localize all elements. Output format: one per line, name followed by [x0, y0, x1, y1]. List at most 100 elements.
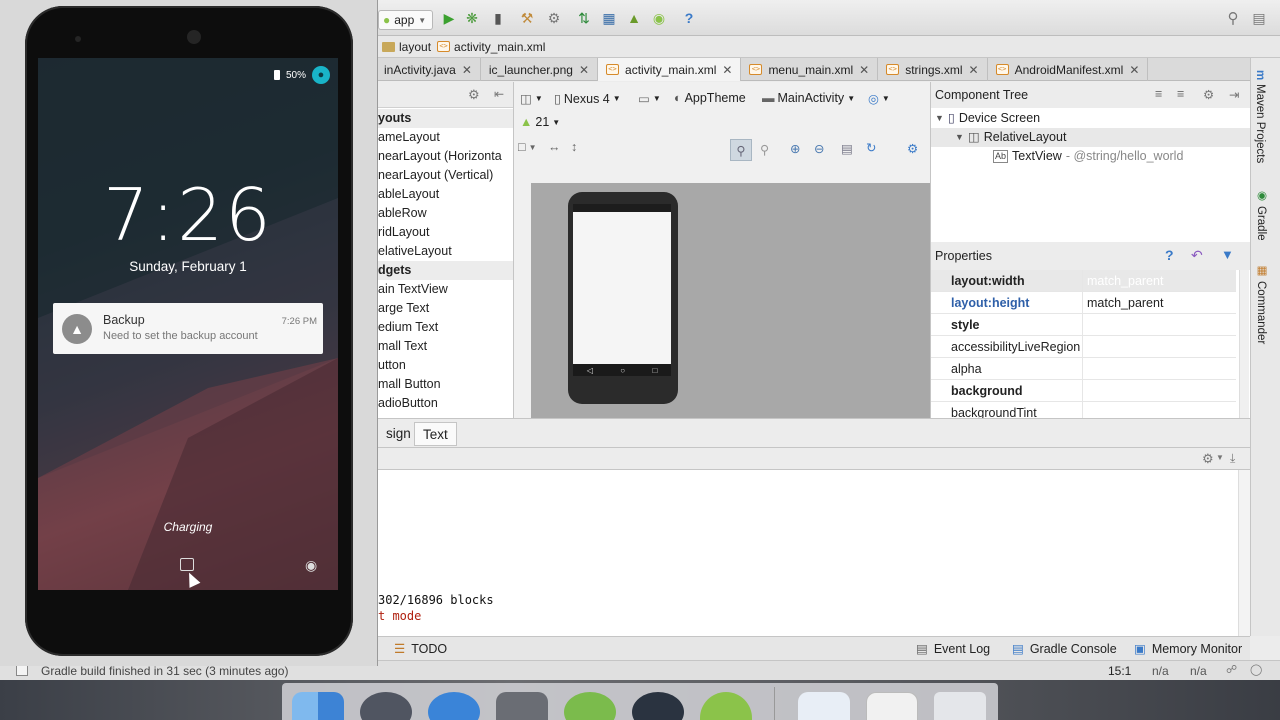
orientation-select[interactable]: ▭ ▼	[638, 91, 661, 106]
structure-icon[interactable]: ▦	[600, 9, 618, 27]
unlock-icon[interactable]	[180, 558, 194, 571]
encoding[interactable]: n/a	[1190, 664, 1207, 678]
palette-item[interactable]: mall Button	[378, 375, 513, 394]
filter-icon[interactable]: ▼	[1221, 247, 1234, 262]
quicktime-icon[interactable]	[632, 692, 684, 720]
camera-icon[interactable]: ◉	[305, 557, 317, 574]
palette-item[interactable]: edium Text	[378, 318, 513, 337]
todo-button[interactable]: ☰ TODO	[394, 641, 447, 657]
property-row[interactable]: layout:width match_parent	[931, 269, 1236, 292]
tab-activity-main[interactable]: <> activity_main.xml ✕	[598, 58, 742, 81]
gear-icon[interactable]: ⚙	[468, 87, 480, 103]
palette-item[interactable]: nearLayout (Vertical)	[378, 166, 513, 185]
expand-icon[interactable]: ▼	[955, 128, 964, 147]
undo-icon[interactable]: ↶	[1191, 247, 1203, 264]
breadcrumb-file[interactable]: <> activity_main.xml	[437, 40, 551, 54]
settings-icon[interactable]: ⚙	[907, 141, 918, 156]
expand-icon[interactable]: ▼	[935, 109, 944, 128]
lock-icon[interactable]: ☍	[1226, 663, 1237, 676]
trash-icon[interactable]	[934, 692, 986, 720]
palette-category[interactable]: youts	[378, 109, 513, 128]
locale-select[interactable]: ◎ ▼	[868, 91, 890, 106]
close-icon[interactable]: ✕	[579, 63, 589, 77]
launchpad-icon[interactable]	[360, 692, 412, 720]
expand-width-icon[interactable]: ↔	[548, 140, 561, 154]
property-row[interactable]: style	[931, 313, 1236, 336]
tab-ic-launcher[interactable]: ic_launcher.png ✕	[481, 58, 599, 81]
tab-text[interactable]: Text	[414, 422, 457, 446]
zoom-in-icon[interactable]: ⊕	[790, 141, 800, 156]
property-row[interactable]: backgroundTint	[931, 401, 1236, 418]
tab-manifest[interactable]: <> AndroidManifest.xml ✕	[988, 58, 1149, 81]
zoom-to-fit-icon[interactable]: □ ▼	[518, 140, 536, 154]
downloads-icon[interactable]	[798, 692, 850, 720]
finder-icon[interactable]	[292, 692, 344, 720]
notification-card[interactable]: ▲ Backup Need to set the backup account …	[53, 303, 323, 354]
window-layout-icon[interactable]: ▤	[1250, 9, 1268, 27]
gear-icon[interactable]: ⚙	[1203, 87, 1214, 102]
tree-node-device-screen[interactable]: ▼ ▯ Device Screen	[935, 109, 1040, 128]
status-toggle-icon[interactable]	[16, 665, 28, 676]
collapse-icon[interactable]: ⇤	[494, 87, 504, 101]
system-preferences-icon[interactable]	[496, 692, 548, 720]
palette-item[interactable]: ameLayout	[378, 128, 513, 147]
property-row[interactable]: layout:height match_parent	[931, 291, 1236, 314]
zoom-actual-icon[interactable]: ⚲	[760, 142, 769, 157]
maven-projects-button[interactable]: m Maven Projects	[1254, 70, 1266, 164]
sync-icon[interactable]: ⇅	[575, 9, 593, 27]
tree-node-relative-layout[interactable]: ▼ ◫ RelativeLayout	[931, 128, 1251, 147]
property-row[interactable]: background	[931, 379, 1236, 402]
hide-icon[interactable]: ⤓	[1230, 451, 1235, 466]
device-select[interactable]: ▯ Nexus 4 ▼	[554, 91, 621, 107]
build-icon[interactable]: ⚒	[518, 9, 536, 27]
palette-item[interactable]: arge Text	[378, 299, 513, 318]
close-icon[interactable]: ✕	[722, 63, 732, 77]
zoom-out-icon[interactable]: ⊖	[814, 141, 824, 156]
inspector-icon[interactable]: ◯	[1250, 663, 1262, 676]
property-row[interactable]: accessibilityLiveRegion	[931, 335, 1236, 358]
property-value[interactable]: match_parent	[1083, 296, 1163, 310]
sdk-manager-icon[interactable]: ◉	[650, 9, 668, 27]
tree-node-textview[interactable]: Ab TextView - @string/hello_world	[993, 147, 1183, 166]
palette-item[interactable]: ableRow	[378, 204, 513, 223]
documents-stack-icon[interactable]	[866, 692, 918, 720]
refresh-icon[interactable]: ↻	[866, 140, 876, 155]
attach-icon[interactable]: ▮	[489, 9, 507, 27]
help-icon[interactable]: ?	[680, 9, 698, 27]
chevron-down-icon[interactable]: ▼	[1216, 453, 1224, 462]
close-icon[interactable]: ✕	[1129, 63, 1139, 77]
palette-item[interactable]: ableLayout	[378, 185, 513, 204]
avd-manager-icon[interactable]: ▲	[625, 9, 643, 27]
expand-all-icon[interactable]: ≡	[1155, 87, 1162, 101]
memory-monitor-button[interactable]: ▣ Memory Monitor	[1134, 641, 1242, 657]
tab-main-activity[interactable]: inActivity.java ✕	[376, 58, 481, 81]
palette-item[interactable]: ain TextView	[378, 280, 513, 299]
gradle-button[interactable]: ◉ Gradle	[1254, 188, 1268, 241]
console-output[interactable]: 302/16896 blocks t mode	[378, 470, 1238, 636]
breadcrumb-layout[interactable]: layout	[382, 40, 437, 54]
console-scrollbar[interactable]	[1238, 470, 1250, 636]
palette-item[interactable]: elativeLayout	[378, 242, 513, 261]
search-icon[interactable]: ⚲	[1224, 9, 1242, 27]
tab-design[interactable]: sign	[378, 422, 419, 446]
cursor-position[interactable]: 15:1	[1108, 664, 1131, 678]
settings-icon[interactable]: ⚙	[545, 9, 563, 27]
zoom-fit-screen-icon[interactable]: ⚲	[730, 139, 752, 161]
tab-menu-main[interactable]: <> menu_main.xml ✕	[741, 58, 879, 81]
theme-select[interactable]: ◐ AppTheme	[674, 91, 746, 105]
tab-strings[interactable]: <> strings.xml ✕	[878, 58, 988, 81]
gradle-console-button[interactable]: ▤ Gradle Console	[1012, 641, 1117, 657]
design-canvas[interactable]: ◁ ○ □	[531, 183, 930, 418]
screenshot-icon[interactable]: ▤	[841, 141, 853, 156]
property-row[interactable]: alpha	[931, 357, 1236, 380]
expand-height-icon[interactable]: ↕	[571, 140, 577, 154]
line-separator[interactable]: n/a	[1152, 664, 1169, 678]
android-emulator-icon[interactable]	[700, 692, 752, 720]
user-avatar-icon[interactable]: ●	[312, 66, 330, 84]
palette-item[interactable]: utton	[378, 356, 513, 375]
run-icon[interactable]: ▶	[440, 9, 458, 27]
lock-screen[interactable]: 50% ● 7:26 Sunday, February 1 ▲ Backup N…	[38, 58, 338, 590]
activity-select[interactable]: ▬ MainActivity ▼	[762, 91, 855, 105]
close-icon[interactable]: ✕	[462, 63, 472, 77]
layout-variant-select[interactable]: ◫ ▼	[520, 91, 543, 106]
